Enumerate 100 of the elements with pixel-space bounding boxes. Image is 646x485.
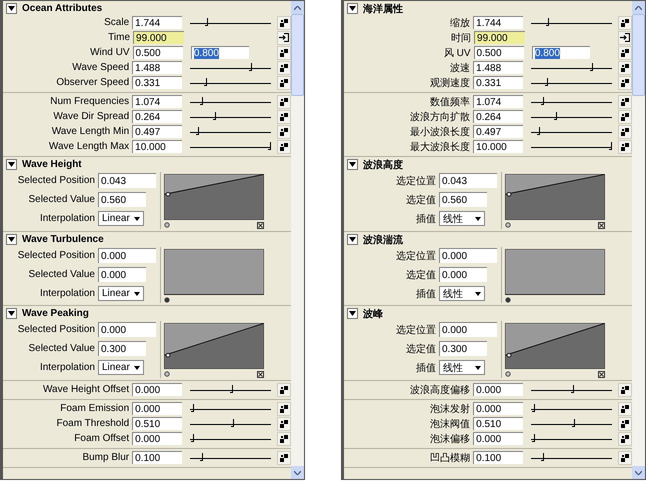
- value-field[interactable]: 0.500: [474, 46, 524, 59]
- value-field[interactable]: 99.000: [133, 31, 184, 44]
- map-button[interactable]: [618, 46, 632, 60]
- slider-thumb[interactable]: [540, 453, 544, 461]
- slider-thumb[interactable]: [212, 112, 216, 120]
- value-field[interactable]: 0.000: [132, 383, 182, 396]
- collapse-toggle[interactable]: [347, 234, 358, 245]
- slider-thumb[interactable]: [268, 142, 272, 150]
- collapse-toggle[interactable]: [6, 234, 17, 245]
- scrollbar[interactable]: [632, 1, 645, 479]
- slider-thumb[interactable]: [572, 419, 576, 427]
- map-button[interactable]: [276, 76, 291, 90]
- collapse-toggle[interactable]: [6, 3, 17, 14]
- value-field[interactable]: 0.510: [132, 417, 182, 430]
- value-field[interactable]: 0.000: [132, 402, 182, 415]
- map-button[interactable]: [276, 450, 291, 464]
- value-field[interactable]: 0.100: [132, 451, 182, 464]
- scrollbar[interactable]: [291, 1, 304, 479]
- slider-thumb[interactable]: [546, 18, 550, 26]
- interpolation-dropdown[interactable]: Linear: [98, 211, 144, 226]
- value-field[interactable]: 0.000: [98, 248, 156, 263]
- value-field[interactable]: 0.043: [439, 173, 497, 188]
- map-button[interactable]: [618, 416, 632, 430]
- slider-thumb[interactable]: [204, 78, 207, 86]
- ramp-graph[interactable]: [505, 323, 605, 369]
- slider-thumb[interactable]: [532, 404, 535, 412]
- value-field[interactable]: 0.510: [473, 417, 524, 430]
- slider-thumb[interactable]: [609, 142, 612, 150]
- value-field[interactable]: 1.488: [473, 61, 524, 74]
- interpolation-dropdown[interactable]: Linear: [98, 360, 144, 375]
- map-button[interactable]: [276, 140, 291, 154]
- value-field[interactable]: 1.744: [473, 16, 524, 29]
- value-field[interactable]: 0.300: [439, 341, 487, 356]
- value-field[interactable]: 0.300: [98, 341, 146, 356]
- value-field[interactable]: 0.000: [98, 322, 156, 337]
- slider-thumb[interactable]: [190, 434, 194, 442]
- slider-thumb[interactable]: [532, 434, 535, 442]
- interpolation-dropdown[interactable]: 线性: [439, 211, 485, 226]
- map-button[interactable]: [618, 60, 632, 74]
- slider-thumb[interactable]: [190, 404, 194, 412]
- slider-thumb[interactable]: [200, 97, 203, 105]
- ramp-marker-icon[interactable]: [164, 297, 170, 303]
- map-button[interactable]: [276, 94, 291, 108]
- slider-thumb[interactable]: [205, 18, 208, 26]
- interpolation-dropdown[interactable]: 线性: [439, 286, 485, 301]
- value-field[interactable]: 1.488: [132, 61, 182, 74]
- value-field[interactable]: 1.744: [132, 16, 182, 29]
- value-field[interactable]: 0.560: [439, 192, 487, 207]
- value-field[interactable]: 0.331: [132, 76, 182, 89]
- value-field[interactable]: 0.497: [473, 125, 524, 138]
- interpolation-dropdown[interactable]: Linear: [98, 286, 144, 301]
- value-field[interactable]: 0.000: [439, 267, 487, 282]
- map-button[interactable]: [618, 140, 632, 154]
- delete-marker-icon[interactable]: [257, 222, 264, 229]
- map-button[interactable]: [618, 450, 632, 464]
- collapse-toggle[interactable]: [347, 159, 358, 170]
- map-button[interactable]: [276, 432, 291, 446]
- ramp-graph[interactable]: [164, 249, 264, 295]
- delete-marker-icon[interactable]: [598, 371, 605, 378]
- value-field[interactable]: 0.800: [190, 46, 249, 59]
- value-field[interactable]: 0.500: [132, 46, 183, 59]
- map-button[interactable]: [618, 432, 632, 446]
- map-button[interactable]: [618, 94, 632, 108]
- map-button[interactable]: [618, 76, 632, 90]
- value-field[interactable]: 0.100: [473, 451, 524, 464]
- slider-thumb[interactable]: [540, 97, 544, 105]
- map-button[interactable]: [618, 16, 632, 30]
- value-field[interactable]: 1.074: [473, 95, 524, 108]
- map-button[interactable]: [276, 382, 291, 396]
- scrollbar-thumb[interactable]: [632, 14, 645, 96]
- collapse-toggle[interactable]: [347, 308, 358, 319]
- slider-thumb[interactable]: [590, 63, 593, 71]
- collapse-toggle[interactable]: [6, 159, 17, 170]
- map-button[interactable]: [276, 402, 291, 416]
- collapse-toggle[interactable]: [6, 308, 17, 319]
- map-button[interactable]: [618, 110, 632, 124]
- delete-marker-icon[interactable]: [598, 222, 605, 229]
- scroll-up-icon[interactable]: [635, 6, 642, 10]
- interpolation-dropdown[interactable]: 线性: [439, 360, 485, 375]
- value-field[interactable]: 0.000: [132, 432, 182, 445]
- value-field[interactable]: 0.000: [98, 267, 146, 282]
- ramp-marker-icon[interactable]: [505, 222, 511, 228]
- value-field[interactable]: 0.331: [473, 76, 524, 89]
- slider-thumb[interactable]: [200, 453, 203, 461]
- slider-thumb[interactable]: [536, 127, 540, 135]
- delete-marker-icon[interactable]: [257, 371, 264, 378]
- value-field[interactable]: 10.000: [132, 140, 182, 153]
- ramp-marker-icon[interactable]: [505, 371, 511, 377]
- slider-thumb[interactable]: [570, 385, 574, 393]
- value-field[interactable]: 0.800: [532, 46, 590, 59]
- ramp-marker-icon[interactable]: [505, 297, 511, 303]
- map-button[interactable]: [276, 416, 291, 430]
- slider-thumb[interactable]: [544, 78, 548, 86]
- slider-thumb[interactable]: [196, 127, 199, 135]
- ramp-graph[interactable]: [505, 249, 605, 295]
- value-field[interactable]: 0.497: [132, 125, 182, 138]
- map-button[interactable]: [276, 46, 291, 60]
- map-button[interactable]: [276, 60, 291, 74]
- value-field[interactable]: 0.000: [439, 322, 497, 337]
- map-button[interactable]: [618, 402, 632, 416]
